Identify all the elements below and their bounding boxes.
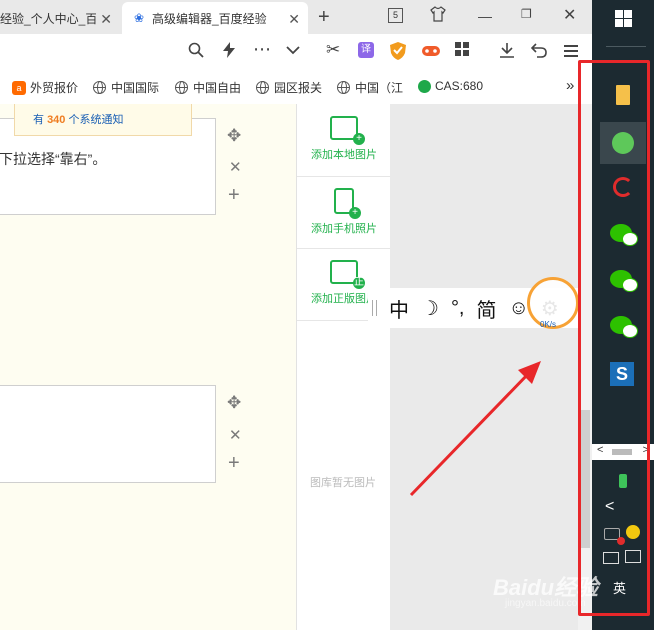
punctuation-toggle[interactable]: °, (451, 297, 465, 320)
close-tab-icon[interactable]: ✕ (100, 11, 112, 28)
ime-mode-chinese[interactable]: 中 (389, 294, 409, 323)
option-label: 添加手机照片 (311, 223, 377, 235)
bookmark-label: 中国国际 (111, 81, 160, 95)
translate-icon[interactable]: 译 (358, 42, 374, 58)
tab-personal-center[interactable]: 经验_个人中心_百度 ✕ (0, 2, 120, 34)
windows-start-icon[interactable] (615, 10, 632, 27)
globe-icon (175, 81, 188, 94)
option-label: 添加本地图片 (311, 149, 377, 161)
menu-icon[interactable] (564, 45, 578, 57)
bookmark-item[interactable]: 中国国际 (93, 79, 159, 96)
tab-bar: 经验_个人中心_百度 ✕ ❀ 高级编辑器_百度经验 ✕ + 5 — ❐ ✕ (0, 0, 592, 34)
empty-gallery-text: 图库暂无图片 (310, 477, 376, 489)
shield-icon[interactable] (390, 42, 406, 60)
bookmark-item[interactable]: 中国（江 (337, 79, 403, 96)
globe-icon (256, 81, 269, 94)
bookmark-item[interactable]: a 外贸报价 (12, 79, 78, 96)
chevron-down-icon[interactable] (286, 46, 300, 55)
move-handle-icon[interactable]: ✥ (227, 393, 241, 413)
add-local-image-button[interactable]: + 添加本地图片 (297, 104, 391, 177)
network-speed-text: 0K/s (540, 320, 557, 329)
download-icon[interactable] (499, 42, 515, 58)
game-icon[interactable] (422, 44, 440, 58)
bookmark-item[interactable]: CAS:680 (418, 79, 483, 93)
bookmark-label: 外贸报价 (30, 81, 79, 95)
cas-icon (418, 79, 431, 93)
step-text: 下拉选择“靠右”。 (0, 151, 107, 167)
restore-button[interactable]: ❐ (521, 7, 532, 21)
apps-icon[interactable] (455, 42, 469, 56)
simplified-toggle[interactable]: 简 (477, 294, 497, 323)
window-close-button[interactable]: ✕ (563, 5, 576, 25)
baidu-watermark-url: jingyan.baidu.com (505, 598, 586, 609)
licensed-image-icon: 正 (330, 260, 365, 289)
image-panel: + 添加本地图片 + 添加手机照片 正 添加正版图片 (296, 104, 392, 630)
add-step-icon[interactable]: + (228, 452, 240, 475)
skin-shirt-icon[interactable] (430, 6, 446, 22)
page-background (390, 104, 578, 630)
scissors-icon[interactable]: ✂ (326, 40, 340, 60)
phone-add-icon: + (334, 188, 361, 219)
bookmark-label: 中国（江 (355, 81, 404, 95)
lightning-icon[interactable] (222, 42, 236, 58)
tab-title: 高级编辑器_百度经验 (152, 11, 267, 26)
add-step-icon[interactable]: + (228, 184, 240, 207)
minimize-button[interactable]: — (478, 8, 492, 24)
close-tab-icon[interactable]: ✕ (288, 11, 300, 28)
drag-handle-icon[interactable] (372, 300, 377, 316)
bookmark-label: 中国自由 (193, 81, 242, 95)
globe-icon (93, 81, 106, 94)
bookmarks-bar: a 外贸报价 中国国际 中国自由 园区报关 中国（江 CAS:680 » (0, 70, 592, 105)
bookmark-item[interactable]: 中国自由 (175, 79, 241, 96)
new-tab-button[interactable]: + (318, 6, 330, 29)
alibaba-icon: a (12, 80, 26, 95)
globe-icon (337, 81, 350, 94)
search-icon[interactable] (188, 42, 204, 58)
tab-title: 经验_个人中心_百度 (0, 11, 96, 26)
baidu-paw-icon: ❀ (134, 11, 145, 25)
add-phone-photo-button[interactable]: + 添加手机照片 (297, 176, 391, 249)
taskbar-highlight-box (578, 60, 650, 616)
emoji-icon[interactable]: ☺ (509, 297, 529, 320)
notification-prefix: 有 (33, 114, 44, 126)
bookmark-item[interactable]: 园区报关 (256, 79, 322, 96)
bookmark-label: CAS:680 (435, 79, 484, 93)
notification-count: 340 (47, 114, 66, 126)
moon-icon[interactable]: ☽ (421, 296, 439, 321)
bookmarks-more-button[interactable]: » (566, 77, 574, 94)
step-text-box[interactable] (0, 385, 216, 483)
tab-count-badge[interactable]: 5 (388, 8, 403, 23)
more-icon[interactable]: ⋯ (253, 39, 271, 60)
notification-suffix: 个系统通知 (68, 114, 124, 126)
bookmark-label: 园区报关 (274, 81, 323, 95)
browser-toolbar: ⋯ ✂ 译 (0, 34, 592, 70)
taskbar-divider (606, 46, 646, 47)
notification-banner[interactable]: 有 340 个系统通知 (14, 104, 192, 136)
move-handle-icon[interactable]: ✥ (227, 126, 241, 146)
undo-icon[interactable] (531, 42, 547, 58)
tab-advanced-editor[interactable]: ❀ 高级编辑器_百度经验 ✕ (122, 2, 308, 34)
delete-step-icon[interactable]: ✕ (229, 158, 242, 176)
image-add-icon: + (330, 116, 365, 145)
delete-step-icon[interactable]: ✕ (229, 426, 242, 444)
